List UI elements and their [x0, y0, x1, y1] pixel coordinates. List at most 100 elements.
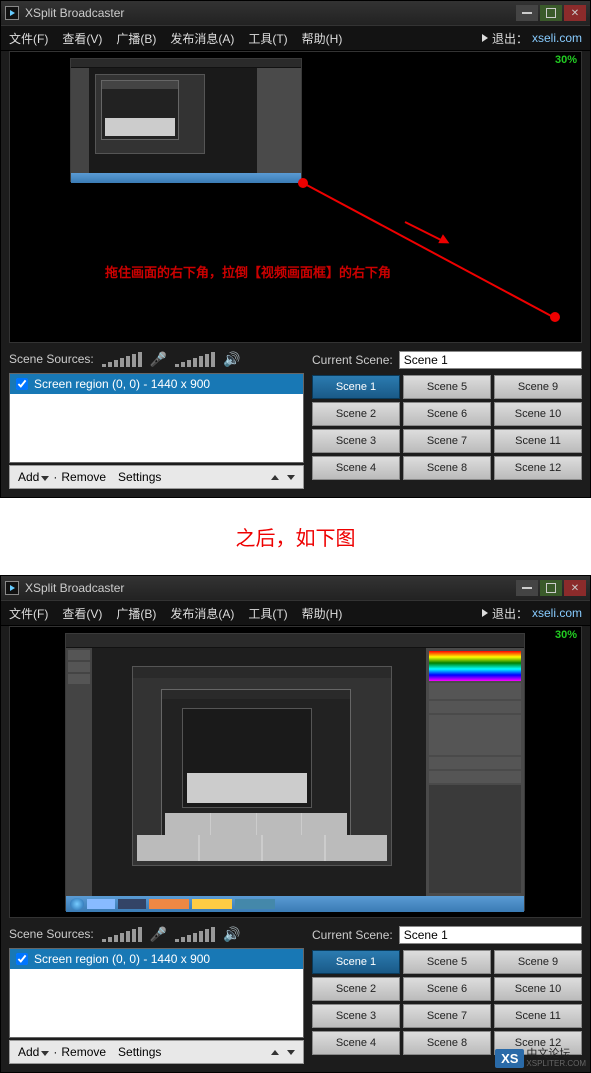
exit-link[interactable]: xseli.com: [532, 31, 582, 45]
menu-publish[interactable]: 发布消息(A): [170, 605, 234, 622]
current-scene-input[interactable]: [399, 351, 582, 369]
source-list[interactable]: Screen region (0, 0) - 1440 x 900: [9, 373, 304, 463]
menu-broadcast[interactable]: 广播(B): [116, 605, 156, 622]
remove-button[interactable]: Remove: [61, 470, 106, 484]
source-checkbox[interactable]: [16, 953, 28, 965]
scene-button-1[interactable]: Scene 1: [312, 950, 400, 974]
preview-percent: 30%: [555, 629, 577, 641]
scene-button-5[interactable]: Scene 5: [403, 950, 491, 974]
scene-button-1[interactable]: Scene 1: [312, 375, 400, 399]
scene-button-11[interactable]: Scene 11: [494, 429, 582, 453]
scene-button-6[interactable]: Scene 6: [403, 977, 491, 1001]
add-button[interactable]: Add: [18, 470, 49, 484]
preview-canvas[interactable]: 30%: [9, 51, 582, 343]
scene-button-5[interactable]: Scene 5: [403, 375, 491, 399]
source-list[interactable]: Screen region (0, 0) - 1440 x 900: [9, 948, 304, 1038]
source-checkbox[interactable]: [16, 378, 28, 390]
scene-button-3[interactable]: Scene 3: [312, 1004, 400, 1028]
scene-grid: Scene 1 Scene 5 Scene 9 Scene 2 Scene 6 …: [312, 950, 582, 1055]
close-button[interactable]: [564, 5, 586, 21]
scene-button-9[interactable]: Scene 9: [494, 375, 582, 399]
menu-tools[interactable]: 工具(T): [248, 30, 287, 47]
scene-grid: Scene 1 Scene 5 Scene 9 Scene 2 Scene 6 …: [312, 375, 582, 480]
current-scene-input[interactable]: [399, 926, 582, 944]
mic-icon[interactable]: 🎤: [150, 351, 167, 368]
source-toolbar: Add · Remove Settings: [9, 465, 304, 489]
speaker-level-meter[interactable]: [175, 351, 215, 367]
mic-level-meter[interactable]: [102, 926, 142, 942]
titlebar[interactable]: XSplit Broadcaster: [1, 1, 590, 25]
move-down-icon[interactable]: [287, 1050, 295, 1055]
menu-view[interactable]: 查看(V): [62, 30, 102, 47]
menu-help[interactable]: 帮助(H): [302, 605, 343, 622]
source-item[interactable]: Screen region (0, 0) - 1440 x 900: [10, 949, 303, 969]
scene-button-10[interactable]: Scene 10: [494, 402, 582, 426]
app-icon: [5, 6, 19, 20]
menu-file[interactable]: 文件(F): [9, 605, 48, 622]
watermark-badge: XS: [495, 1049, 524, 1068]
settings-button[interactable]: Settings: [118, 470, 161, 484]
scene-button-11[interactable]: Scene 11: [494, 1004, 582, 1028]
speaker-icon[interactable]: 🔊: [223, 351, 240, 368]
menu-file[interactable]: 文件(F): [9, 30, 48, 47]
scene-button-4[interactable]: Scene 4: [312, 456, 400, 480]
audio-row: Scene Sources: 🎤 🔊: [9, 349, 304, 369]
move-up-icon[interactable]: [271, 475, 279, 480]
exit-label: 退出：: [492, 605, 528, 622]
add-button[interactable]: Add: [18, 1045, 49, 1059]
minimize-button[interactable]: [516, 580, 538, 596]
scene-button-7[interactable]: Scene 7: [403, 429, 491, 453]
captured-source-expanded[interactable]: [65, 633, 525, 911]
exit-arrow-icon: [482, 609, 488, 617]
watermark-line2: XSPLITER.COM: [526, 1060, 586, 1068]
remove-button[interactable]: Remove: [61, 1045, 106, 1059]
scene-button-4[interactable]: Scene 4: [312, 1031, 400, 1055]
captured-source[interactable]: [70, 58, 302, 182]
menu-broadcast[interactable]: 广播(B): [116, 30, 156, 47]
menu-view[interactable]: 查看(V): [62, 605, 102, 622]
drag-handle-end: [550, 312, 560, 322]
xsplit-window-before: XSplit Broadcaster 文件(F) 查看(V) 广播(B) 发布消…: [0, 0, 591, 498]
scene-button-9[interactable]: Scene 9: [494, 950, 582, 974]
scene-button-10[interactable]: Scene 10: [494, 977, 582, 1001]
mic-level-meter[interactable]: [102, 351, 142, 367]
maximize-button[interactable]: [540, 5, 562, 21]
minimize-button[interactable]: [516, 5, 538, 21]
scene-button-2[interactable]: Scene 2: [312, 977, 400, 1001]
watermark-line1: 中文论坛: [526, 1049, 586, 1060]
scene-button-7[interactable]: Scene 7: [403, 1004, 491, 1028]
scene-button-3[interactable]: Scene 3: [312, 429, 400, 453]
titlebar[interactable]: XSplit Broadcaster: [1, 576, 590, 600]
speaker-icon[interactable]: 🔊: [223, 926, 240, 943]
settings-button[interactable]: Settings: [118, 1045, 161, 1059]
menu-publish[interactable]: 发布消息(A): [170, 30, 234, 47]
scene-button-8[interactable]: Scene 8: [403, 1031, 491, 1055]
audio-row: Scene Sources: 🎤 🔊: [9, 924, 304, 944]
scene-sources-label: Scene Sources:: [9, 927, 94, 941]
drag-handle-start: [298, 178, 308, 188]
close-button[interactable]: [564, 580, 586, 596]
menu-tools[interactable]: 工具(T): [248, 605, 287, 622]
scene-button-2[interactable]: Scene 2: [312, 402, 400, 426]
speaker-level-meter[interactable]: [175, 926, 215, 942]
scene-button-12[interactable]: Scene 12: [494, 456, 582, 480]
menubar: 文件(F) 查看(V) 广播(B) 发布消息(A) 工具(T) 帮助(H) 退出…: [1, 600, 590, 626]
drag-arrow-icon: [438, 234, 452, 248]
menu-help[interactable]: 帮助(H): [302, 30, 343, 47]
source-toolbar: Add · Remove Settings: [9, 1040, 304, 1064]
scene-sources-label: Scene Sources:: [9, 352, 94, 366]
maximize-button[interactable]: [540, 580, 562, 596]
annotation-text: 拖住画面的右下角，拉倒【视频画面框】的右下角: [105, 262, 391, 281]
scene-button-6[interactable]: Scene 6: [403, 402, 491, 426]
current-scene-label: Current Scene:: [312, 928, 393, 942]
move-up-icon[interactable]: [271, 1050, 279, 1055]
separator-caption: 之后，如下图: [0, 498, 591, 575]
mic-icon[interactable]: 🎤: [150, 926, 167, 943]
xsplit-window-after: XSplit Broadcaster 文件(F) 查看(V) 广播(B) 发布消…: [0, 575, 591, 1073]
preview-percent: 30%: [555, 54, 577, 66]
preview-canvas[interactable]: 30%: [9, 626, 582, 918]
source-item[interactable]: Screen region (0, 0) - 1440 x 900: [10, 374, 303, 394]
move-down-icon[interactable]: [287, 475, 295, 480]
scene-button-8[interactable]: Scene 8: [403, 456, 491, 480]
exit-link[interactable]: xseli.com: [532, 606, 582, 620]
